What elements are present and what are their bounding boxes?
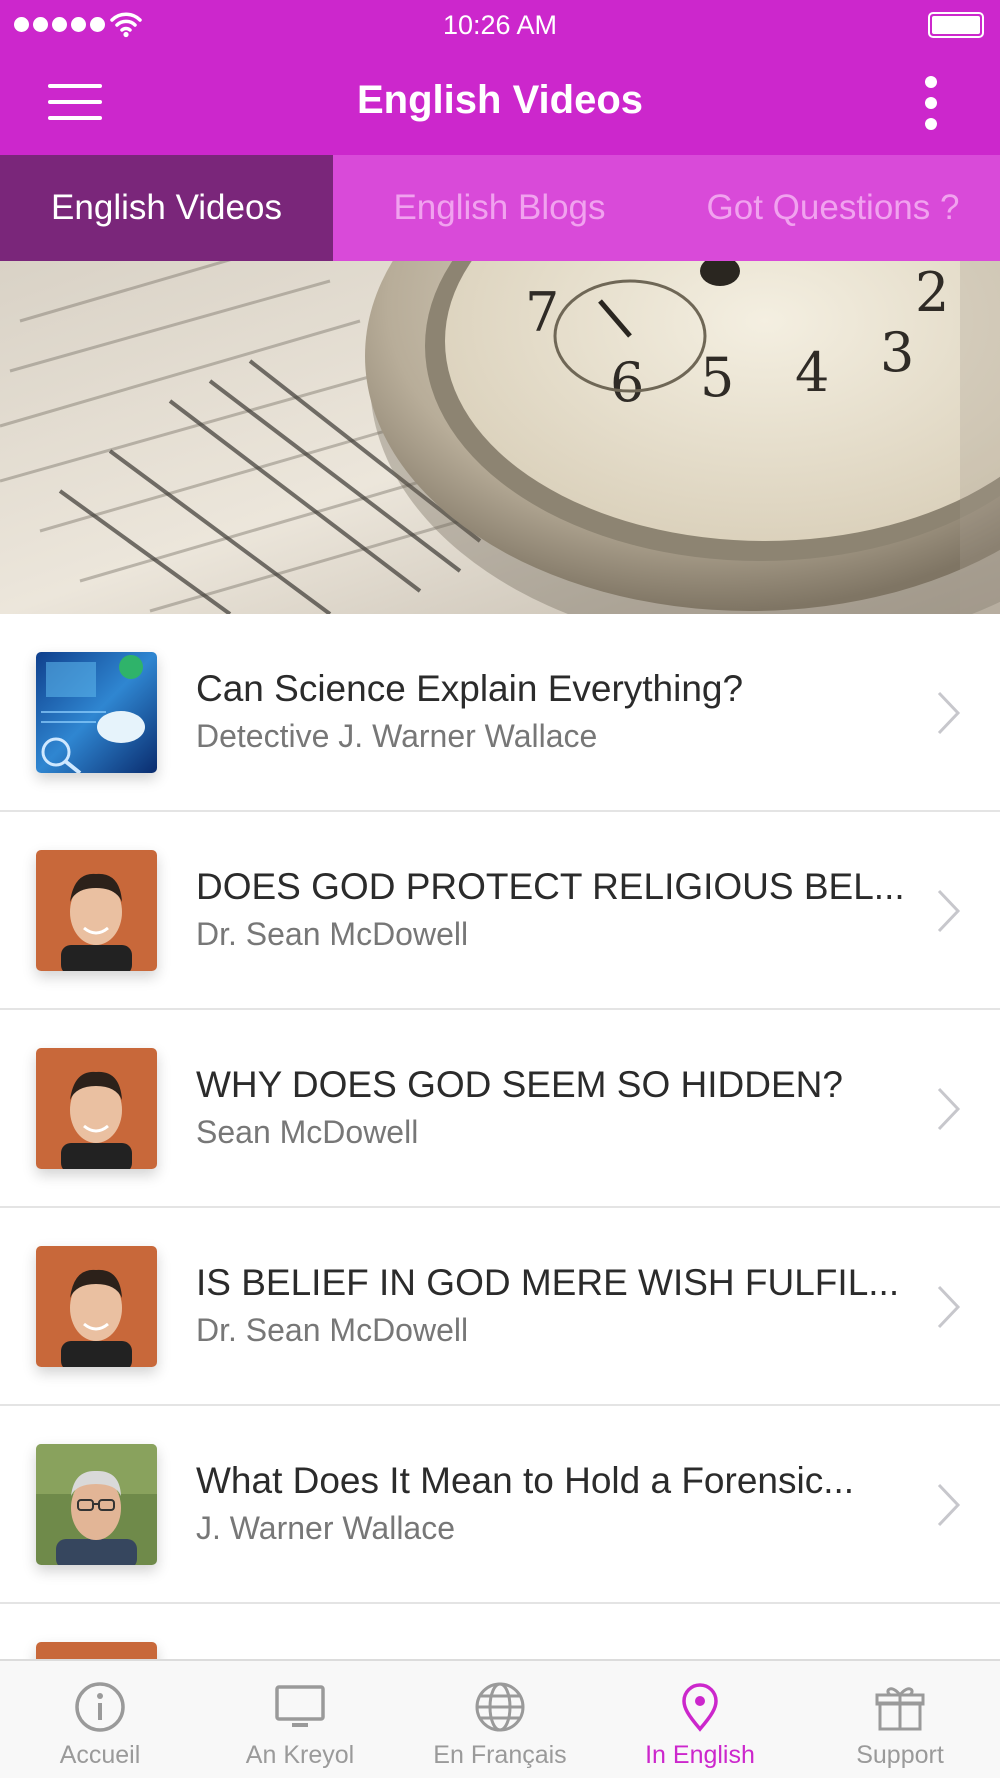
video-title: DOES GOD PROTECT RELIGIOUS BEL... xyxy=(196,866,905,907)
tab-english-blogs[interactable]: English Blogs xyxy=(333,155,666,261)
more-options-icon[interactable] xyxy=(920,76,944,130)
sean-mcdowell-portrait xyxy=(36,850,157,971)
info-circle-icon xyxy=(75,1682,125,1732)
tab-in-english[interactable]: In English xyxy=(600,1661,800,1778)
svg-text:5: 5 xyxy=(700,346,734,409)
location-pin-icon xyxy=(682,1683,718,1732)
warner-wallace-portrait xyxy=(36,1444,157,1565)
video-list-item[interactable]: WHY DOES GOD SEEM SO HIDDEN? Sean McDowe… xyxy=(0,1010,1000,1208)
video-list-item[interactable] xyxy=(0,1604,1000,1659)
nav-bar: English Videos xyxy=(0,50,1000,155)
app-header: 10:26 AM English Videos xyxy=(0,0,1000,155)
video-author: Sean McDowell xyxy=(196,1114,419,1150)
tab-label: An Kreyol xyxy=(245,1741,355,1769)
category-tabs: English Videos English Blogs Got Questio… xyxy=(0,155,1000,261)
video-title: WHY DOES GOD SEEM SO HIDDEN? xyxy=(196,1064,843,1105)
video-title: Can Science Explain Everything? xyxy=(196,668,744,709)
svg-text:6: 6 xyxy=(610,351,644,414)
tab-label: En Français xyxy=(433,1741,567,1769)
science-thumbnail xyxy=(36,652,157,773)
sean-mcdowell-portrait xyxy=(36,1246,157,1367)
app-screen: 10:26 AM English Videos English Videos E… xyxy=(0,0,1000,1778)
tab-label: Accueil xyxy=(59,1741,141,1769)
status-bar: 10:26 AM xyxy=(0,0,1000,50)
monitor-icon xyxy=(275,1685,325,1727)
video-author: Dr. Sean McDowell xyxy=(196,1312,469,1348)
svg-text:3: 3 xyxy=(880,321,914,384)
sean-mcdowell-portrait xyxy=(36,1642,157,1659)
video-list-item[interactable]: DOES GOD PROTECT RELIGIOUS BEL... Dr. Se… xyxy=(0,812,1000,1010)
chevron-right-icon xyxy=(937,1285,961,1329)
video-author: Dr. Sean McDowell xyxy=(196,916,469,952)
video-list-item[interactable]: Can Science Explain Everything? Detectiv… xyxy=(0,614,1000,812)
battery-icon xyxy=(928,12,984,38)
video-list-item[interactable]: IS BELIEF IN GOD MERE WISH FULFIL... Dr.… xyxy=(0,1208,1000,1406)
tab-label: In English xyxy=(645,1741,755,1769)
tab-an-kreyol[interactable]: An Kreyol xyxy=(200,1661,400,1778)
svg-text:2: 2 xyxy=(915,261,949,324)
chevron-right-icon xyxy=(937,691,961,735)
sean-mcdowell-portrait xyxy=(36,1048,157,1169)
video-title: IS BELIEF IN GOD MERE WISH FULFIL... xyxy=(196,1262,900,1303)
chevron-right-icon xyxy=(937,889,961,933)
tab-got-questions[interactable]: Got Questions ? xyxy=(666,155,1000,261)
globe-icon xyxy=(475,1682,525,1732)
tab-support[interactable]: Support xyxy=(800,1661,1000,1778)
video-author: J. Warner Wallace xyxy=(196,1510,456,1546)
video-list: Can Science Explain Everything? Detectiv… xyxy=(0,614,1000,1659)
bottom-tab-bar: Accueil An Kreyol En Français In English… xyxy=(0,1659,1000,1778)
page-title: English Videos xyxy=(357,78,643,122)
status-time: 10:26 AM xyxy=(442,10,558,40)
tab-accueil[interactable]: Accueil xyxy=(0,1661,200,1778)
video-author: Detective J. Warner Wallace xyxy=(196,718,598,754)
tab-label: Support xyxy=(856,1741,944,1769)
gift-icon xyxy=(875,1687,925,1731)
svg-text:4: 4 xyxy=(795,341,829,404)
video-list-item[interactable]: What Does It Mean to Hold a Forensic... … xyxy=(0,1406,1000,1604)
tab-en-francais[interactable]: En Français xyxy=(400,1661,600,1778)
tab-english-videos[interactable]: English Videos xyxy=(0,155,333,261)
video-title: What Does It Mean to Hold a Forensic... xyxy=(196,1460,855,1501)
chevron-right-icon xyxy=(937,1087,961,1131)
chevron-right-icon xyxy=(937,1483,961,1527)
hero-banner-image: 7 6 5 4 3 2 xyxy=(0,261,1000,614)
